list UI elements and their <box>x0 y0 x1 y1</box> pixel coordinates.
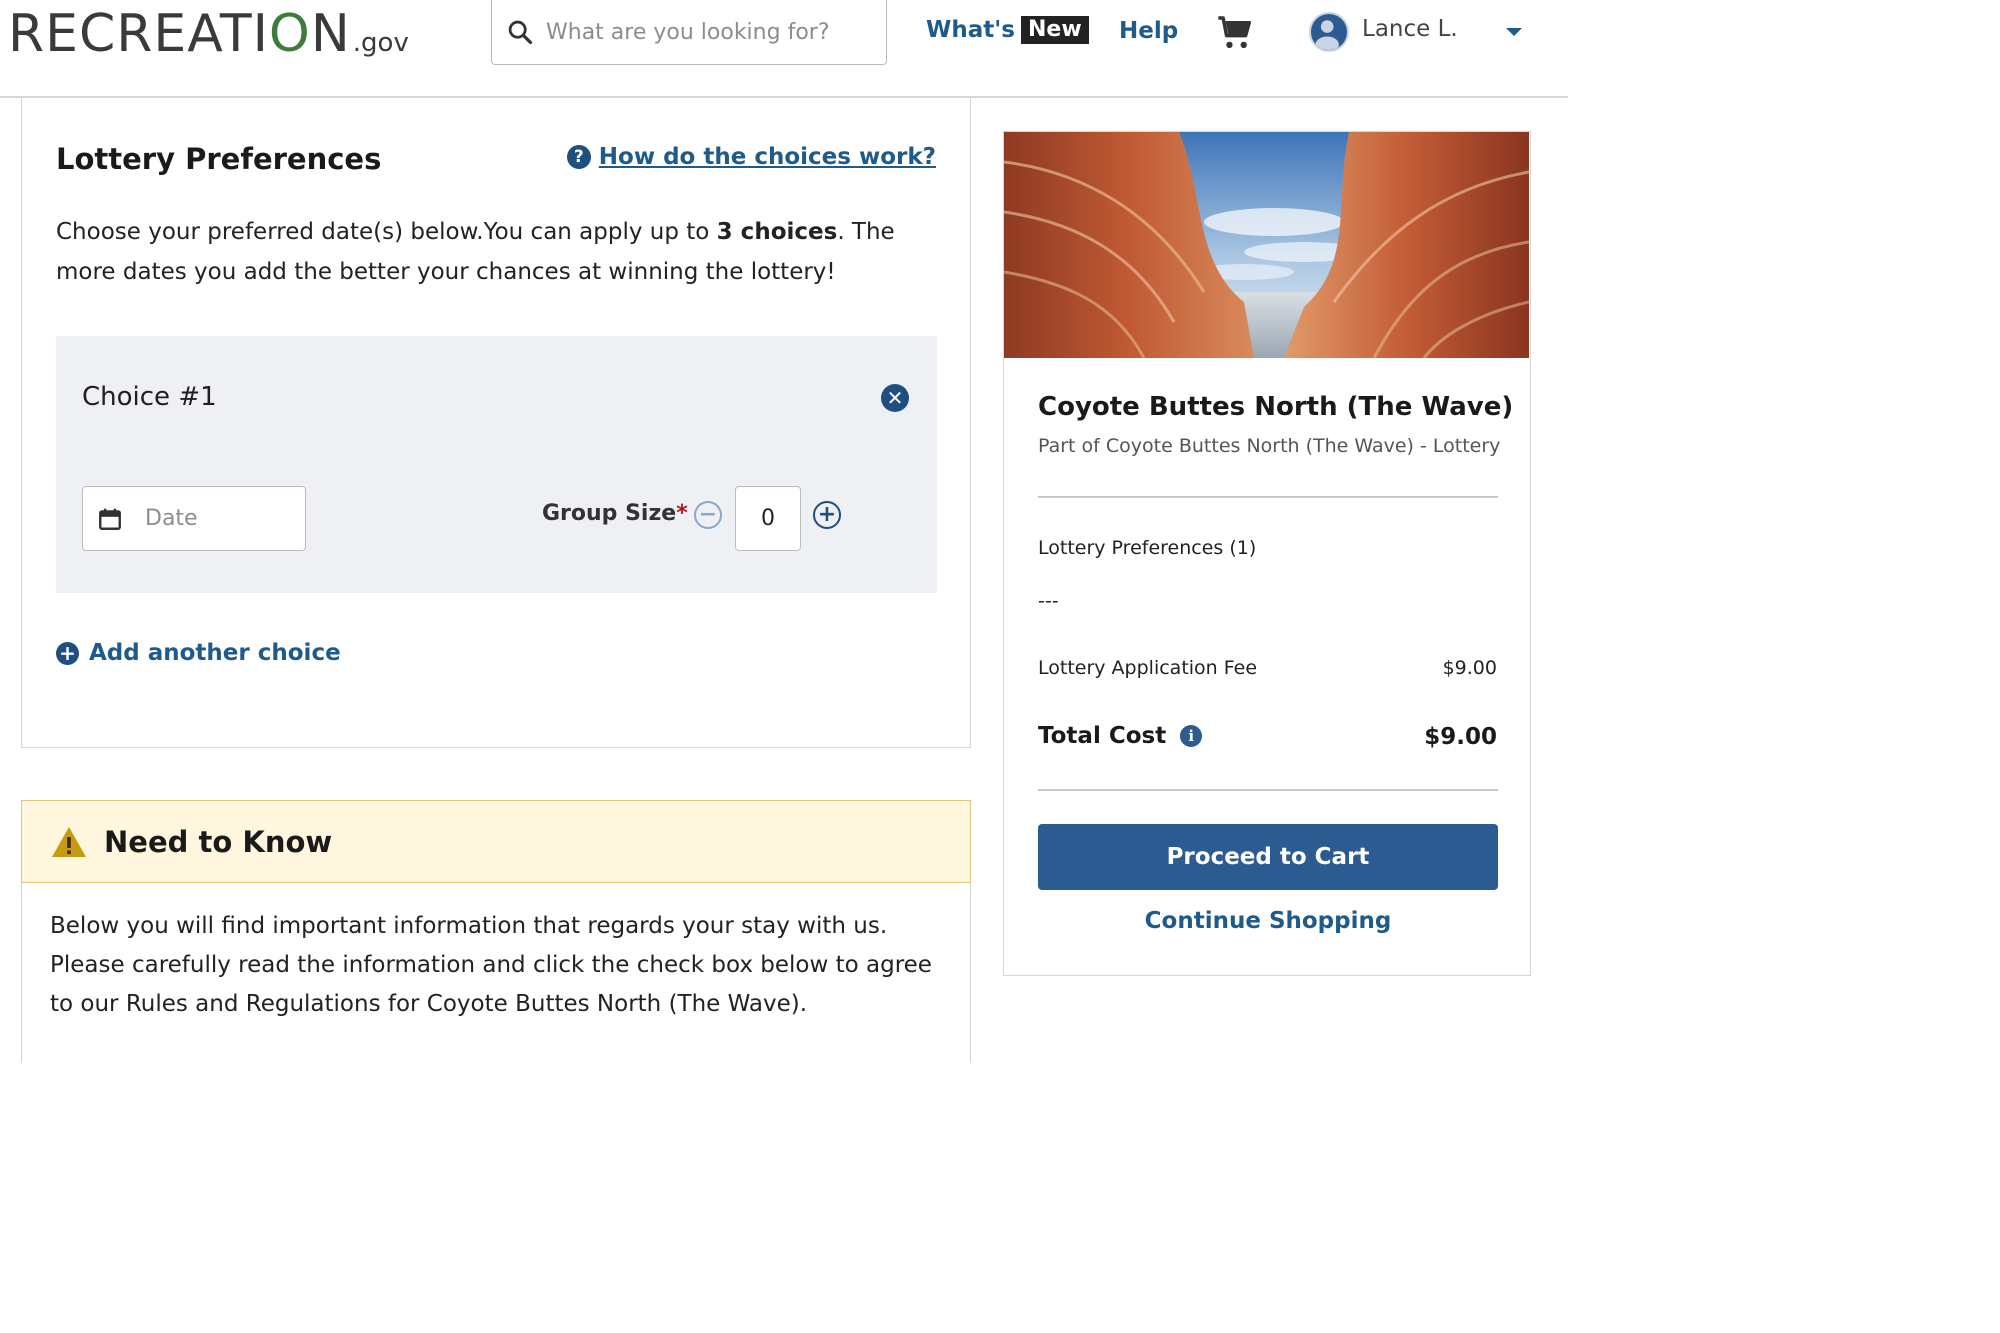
choice-title: Choice #1 <box>82 382 217 412</box>
choice-card: Choice #1 ✕ Group Size* − 0 + <box>56 336 937 593</box>
question-icon: ? <box>566 145 591 169</box>
logo-compass-letter: O <box>268 4 311 64</box>
add-another-choice-button[interactable]: + Add another choice <box>56 640 341 666</box>
description-text: Choose your preferred date(s) below.You … <box>56 219 717 245</box>
divider <box>1038 496 1498 498</box>
need-to-know-title: Need to Know <box>104 824 333 859</box>
new-badge: New <box>1021 16 1089 44</box>
site-header: RECREATION .gov What's New Help Lance L. <box>0 0 1568 98</box>
application-fee-value: $9.00 <box>1442 657 1497 679</box>
lottery-preferences-value: --- <box>1038 590 1059 612</box>
close-icon[interactable]: ✕ <box>881 384 909 412</box>
total-cost-label: Total Cost i <box>1038 723 1203 749</box>
logo-gov-suffix: .gov <box>352 28 409 58</box>
user-name[interactable]: Lance L. <box>1362 16 1458 42</box>
lottery-preferences-count: Lottery Preferences (1) <box>1038 537 1257 559</box>
whats-new-label: What's <box>926 17 1015 43</box>
chevron-down-icon[interactable] <box>1506 28 1522 36</box>
decrease-group-size-button[interactable]: − <box>694 501 722 529</box>
logo-text-part1: RECREATI <box>8 4 269 64</box>
need-to-know-text: Below you will find important informatio… <box>50 913 932 1017</box>
group-size-label: Group Size* <box>542 501 688 526</box>
info-icon[interactable]: i <box>1180 725 1203 747</box>
help-link-label: How do the choices work? <box>598 144 936 170</box>
the-wave-photo <box>1004 132 1529 358</box>
date-field[interactable] <box>82 486 306 551</box>
total-cost-value: $9.00 <box>1424 724 1497 750</box>
proceed-to-cart-button[interactable]: Proceed to Cart <box>1038 824 1498 890</box>
application-fee-label: Lottery Application Fee <box>1038 657 1258 679</box>
logo-text-part2: N <box>310 4 351 64</box>
how-choices-work-link[interactable]: ? How do the choices work? <box>566 144 936 170</box>
search-input[interactable] <box>546 19 866 45</box>
search-bar[interactable] <box>491 0 887 65</box>
section-title: Lottery Preferences <box>56 142 382 176</box>
cart-icon[interactable] <box>1216 14 1254 52</box>
user-icon <box>1315 20 1339 50</box>
description-bold: 3 choices <box>716 219 838 245</box>
date-input[interactable] <box>145 506 285 531</box>
divider <box>1038 789 1498 791</box>
continue-shopping-link[interactable]: Continue Shopping <box>1038 908 1498 934</box>
calendar-icon <box>99 508 121 530</box>
avatar[interactable] <box>1309 12 1349 52</box>
help-link[interactable]: Help <box>1119 18 1178 44</box>
group-size-text: Group Size <box>542 501 677 526</box>
whats-new-link[interactable]: What's New <box>926 16 1089 44</box>
facility-title: Coyote Buttes North (The Wave) <box>1038 392 1514 422</box>
group-size-value[interactable]: 0 <box>735 486 801 551</box>
facility-subtitle: Part of Coyote Buttes North (The Wave) -… <box>1038 435 1501 457</box>
order-summary-card: Coyote Buttes North (The Wave) Part of C… <box>1003 131 1531 976</box>
warning-icon <box>52 826 86 857</box>
search-icon <box>508 20 533 45</box>
need-to-know-body: Below you will find important informatio… <box>21 883 971 1063</box>
lottery-preferences-card: Lottery Preferences ? How do the choices… <box>21 98 971 748</box>
plus-icon: + <box>56 641 79 665</box>
need-to-know-header: Need to Know <box>21 800 971 883</box>
total-cost-text: Total Cost <box>1038 723 1167 749</box>
add-choice-label: Add another choice <box>89 640 341 666</box>
recreation-gov-logo[interactable]: RECREATION .gov <box>8 2 409 62</box>
increase-group-size-button[interactable]: + <box>813 501 841 529</box>
required-mark: * <box>676 501 688 526</box>
logo-wordmark: RECREATION <box>8 6 351 62</box>
section-description: Choose your preferred date(s) below.You … <box>56 212 936 292</box>
